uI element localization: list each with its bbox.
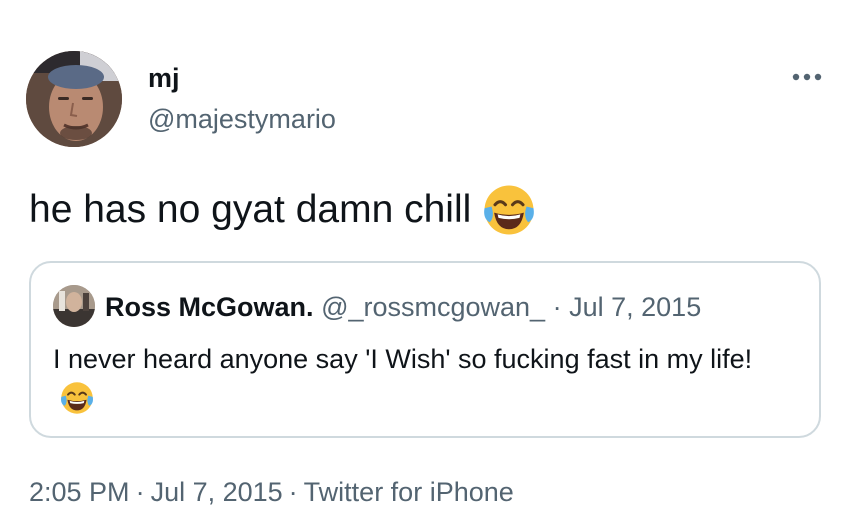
quoted-separator: · [552, 292, 562, 322]
more-options-button[interactable] [787, 62, 827, 92]
face-with-tears-of-joy-icon [61, 382, 93, 414]
tweet-text-content: he has no gyat damn chill [29, 188, 472, 231]
metadata-separator: · [135, 477, 145, 507]
quoted-header: Ross McGowan. @_rossmcgowan_ · Jul 7, 20… [105, 290, 701, 324]
tweet-text: he has no gyat damn chill [29, 182, 537, 238]
quoted-date[interactable]: Jul 7, 2015 [569, 292, 701, 322]
tweet-card: mj @majestymario he has no gyat damn chi… [0, 0, 852, 532]
tweet-source-link[interactable]: Twitter for iPhone [304, 477, 514, 507]
tweet-metadata: 2:05 PM · Jul 7, 2015 · Twitter for iPhone [29, 475, 514, 509]
quoted-author-avatar[interactable] [53, 285, 95, 327]
author-avatar[interactable] [26, 51, 122, 147]
author-display-name[interactable]: mj [148, 62, 180, 94]
quoted-text-content: I never heard anyone say 'I Wish' so fuc… [53, 344, 753, 374]
metadata-separator: · [288, 477, 298, 507]
profile-photo-icon [53, 285, 95, 327]
quoted-tweet[interactable]: Ross McGowan. @_rossmcgowan_ · Jul 7, 20… [29, 261, 821, 438]
quoted-display-name[interactable]: Ross McGowan. [105, 292, 314, 322]
quoted-handle[interactable]: @_rossmcgowan_ [321, 292, 545, 322]
author-handle[interactable]: @majestymario [148, 103, 336, 135]
quoted-text: I never heard anyone say 'I Wish' so fuc… [53, 339, 793, 419]
face-with-tears-of-joy-icon [484, 185, 535, 235]
ellipsis-icon [792, 73, 822, 81]
tweet-time[interactable]: 2:05 PM [29, 477, 130, 507]
profile-photo-icon [26, 51, 122, 147]
tweet-date[interactable]: Jul 7, 2015 [151, 477, 283, 507]
